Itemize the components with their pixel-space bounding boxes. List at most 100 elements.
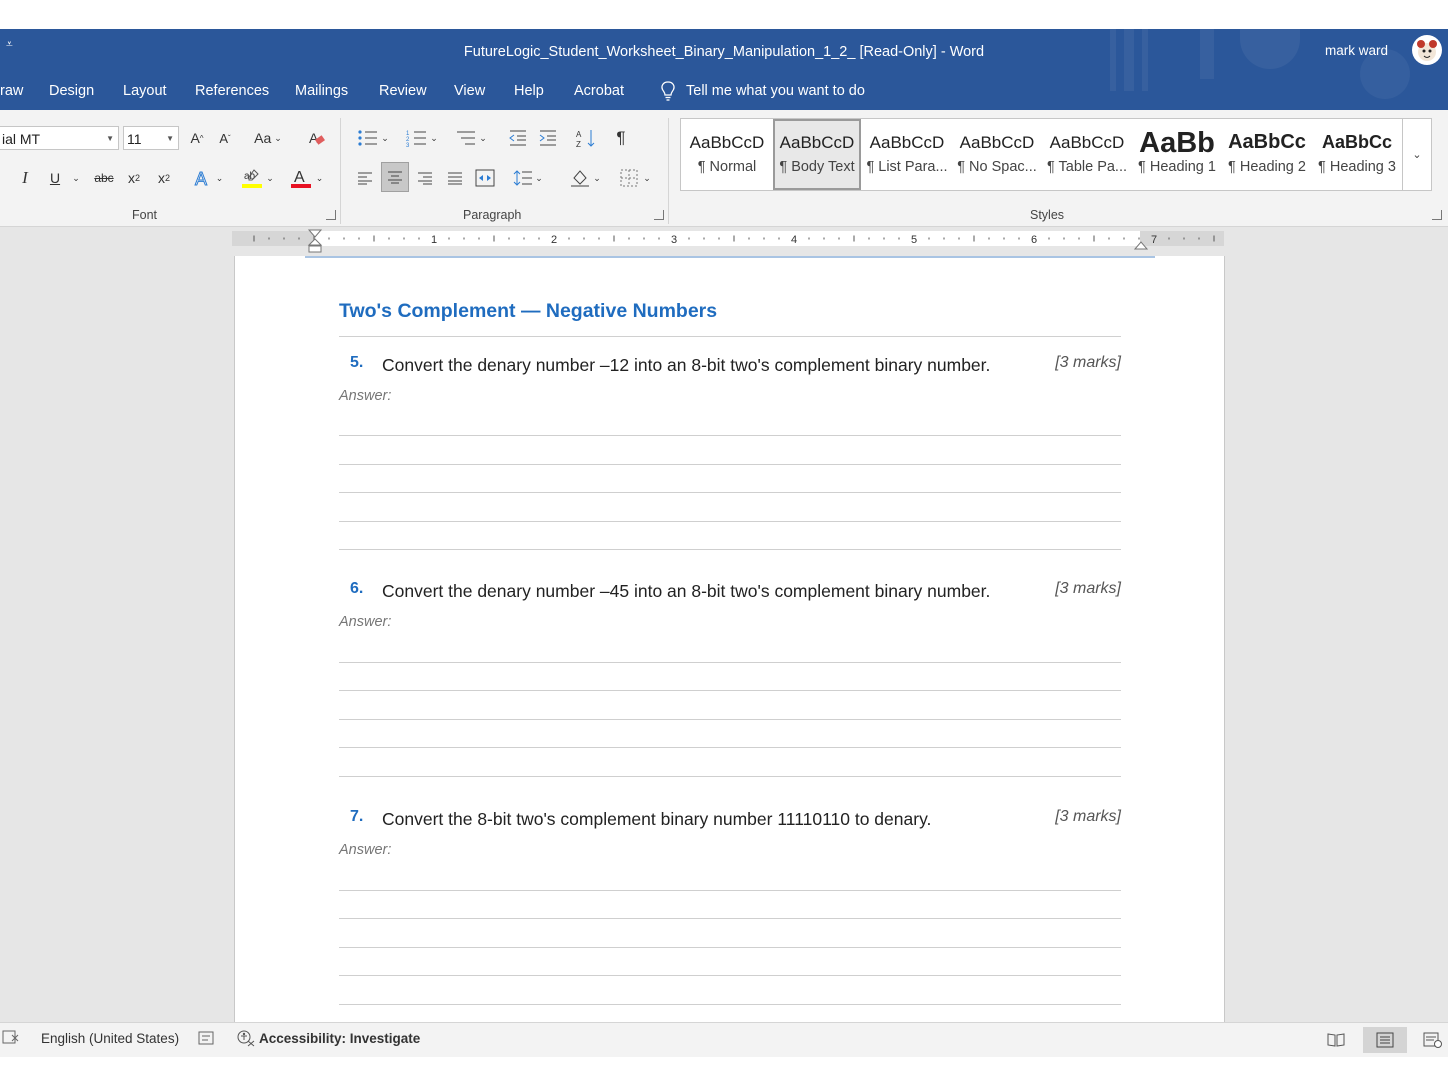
tab-mailings[interactable]: Mailings <box>295 83 348 99</box>
style-table-paragraph[interactable]: AaBbCcD ¶ Table Pa... <box>1043 119 1131 190</box>
web-layout-icon[interactable] <box>1416 1027 1448 1053</box>
font-dialog-launcher-icon[interactable] <box>326 210 336 220</box>
answer-line[interactable] <box>339 918 1121 919</box>
answer-line[interactable] <box>339 747 1121 748</box>
answer-line[interactable] <box>339 435 1121 436</box>
style-name: ¶ Heading 1 <box>1138 159 1216 175</box>
italic-icon[interactable]: I <box>14 166 36 190</box>
chevron-down-icon: ▼ <box>106 134 114 143</box>
align-right-icon[interactable] <box>413 165 437 191</box>
accessibility-status[interactable]: Accessibility: Investigate <box>259 1031 420 1046</box>
tab-references[interactable]: References <box>195 83 269 99</box>
superscript-icon[interactable]: x2 <box>152 166 176 190</box>
justify-icon[interactable] <box>443 165 467 191</box>
grow-font-icon[interactable]: A ^ <box>186 126 208 150</box>
ruler-number: 3 <box>671 234 677 246</box>
answer-line[interactable] <box>339 549 1121 550</box>
style-name: ¶ Body Text <box>779 159 855 175</box>
answer-line[interactable] <box>339 492 1121 493</box>
style-heading-1[interactable]: AaBb ¶ Heading 1 <box>1133 119 1221 190</box>
right-indent-marker[interactable] <box>1134 238 1148 250</box>
text-predictions-icon[interactable] <box>198 1030 214 1046</box>
title-divider <box>339 336 1121 337</box>
style-heading-3[interactable]: AaBbCc ¶ Heading 3 <box>1313 119 1401 190</box>
tab-review[interactable]: Review <box>379 83 427 99</box>
tab-draw[interactable]: raw <box>0 83 23 99</box>
font-name-combo[interactable]: ial MT ▼ <box>0 126 119 150</box>
subscript-icon[interactable]: x2 <box>122 166 146 190</box>
tab-design[interactable]: Design <box>49 83 94 99</box>
shrink-font-icon[interactable]: Aˇ <box>214 126 236 150</box>
tab-help[interactable]: Help <box>514 83 544 99</box>
styles-dialog-launcher-icon[interactable] <box>1432 210 1442 220</box>
answer-line[interactable] <box>339 690 1121 691</box>
lightbulb-icon <box>661 81 675 101</box>
text-effects-icon[interactable]: A ⌄ <box>188 166 228 190</box>
ruler-number: 5 <box>911 234 917 246</box>
style-list-paragraph[interactable]: AaBbCcD ¶ List Para... <box>863 119 951 190</box>
style-preview: AaBbCc <box>1228 131 1306 153</box>
style-preview: AaBbCcD <box>779 133 855 152</box>
borders-icon[interactable]: ⌄ <box>612 165 658 191</box>
multilevel-list-icon[interactable]: ⌄ <box>450 126 492 150</box>
styles-more-icon[interactable]: ⌄ <box>1402 119 1431 190</box>
read-mode-icon[interactable] <box>1314 1027 1358 1053</box>
paragraph-dialog-launcher-icon[interactable] <box>654 210 664 220</box>
font-group-label: Font <box>132 208 158 222</box>
clear-formatting-icon[interactable]: A <box>304 126 330 150</box>
answer-line[interactable] <box>339 947 1121 948</box>
section-title: Two's Complement — Negative Numbers <box>339 300 718 322</box>
bullets-icon[interactable]: ⌄ <box>352 126 394 150</box>
print-layout-icon[interactable] <box>1363 1027 1407 1053</box>
numbering-icon[interactable]: 1 2 3 ⌄ <box>400 126 444 150</box>
strikethrough-icon[interactable]: abc <box>90 166 118 190</box>
line-spacing-icon[interactable]: ⌄ <box>508 165 548 191</box>
user-name[interactable]: mark ward <box>1325 43 1388 58</box>
styles-gallery: AaBbCcD ¶ Normal AaBbCcD ¶ Body Text AaB… <box>680 118 1432 191</box>
document-page[interactable]: Two's Complement — Negative Numbers 5. C… <box>234 256 1225 1022</box>
first-line-indent-marker[interactable] <box>307 229 323 255</box>
style-heading-2[interactable]: AaBbCc ¶ Heading 2 <box>1223 119 1311 190</box>
style-preview: AaBbCcD <box>959 133 1035 152</box>
style-name: ¶ Heading 3 <box>1318 159 1396 175</box>
answer-line[interactable] <box>339 776 1121 777</box>
answer-line[interactable] <box>339 719 1121 720</box>
proofing-icon[interactable] <box>2 1029 20 1045</box>
tab-view[interactable]: View <box>454 83 485 99</box>
question-7: 7. Convert the 8-bit two's complement bi… <box>339 808 1121 1008</box>
answer-line[interactable] <box>339 662 1121 663</box>
chevron-down-icon[interactable]: ⌄ <box>68 166 84 190</box>
style-no-spacing[interactable]: AaBbCcD ¶ No Spac... <box>953 119 1041 190</box>
sort-icon[interactable]: AZ <box>573 126 599 150</box>
answer-line[interactable] <box>339 521 1121 522</box>
answer-line[interactable] <box>339 975 1121 976</box>
style-normal[interactable]: AaBbCcD ¶ Normal <box>683 119 771 190</box>
highlight-color-icon[interactable]: ab ⌄ <box>236 166 278 190</box>
tab-acrobat[interactable]: Acrobat <box>574 83 624 99</box>
underline-icon[interactable]: U <box>44 166 66 190</box>
align-center-icon[interactable] <box>381 162 409 192</box>
language-status[interactable]: English (United States) <box>41 1031 179 1046</box>
style-body-text[interactable]: AaBbCcD ¶ Body Text <box>773 119 861 190</box>
style-preview: AaBb <box>1139 127 1215 159</box>
answer-line[interactable] <box>339 464 1121 465</box>
font-size-combo[interactable]: 11 ▼ <box>123 126 179 150</box>
tell-me-label: Tell me what you want to do <box>686 83 865 99</box>
increase-indent-icon[interactable] <box>535 126 561 150</box>
answer-line[interactable] <box>339 890 1121 891</box>
answer-line[interactable] <box>339 1004 1121 1005</box>
horizontal-ruler[interactable]: 1 2 3 4 5 6 7 <box>232 229 1224 253</box>
font-color-icon[interactable]: A ⌄ <box>284 166 328 190</box>
distributed-icon[interactable] <box>472 165 498 191</box>
accessibility-icon[interactable] <box>236 1029 256 1047</box>
show-paragraph-marks-icon[interactable]: ¶ <box>609 126 633 150</box>
question-marks: [3 marks] <box>1055 354 1121 371</box>
style-preview: AaBbCcD <box>689 133 765 152</box>
tab-layout[interactable]: Layout <box>123 83 167 99</box>
align-left-icon[interactable] <box>353 165 377 191</box>
tell-me-box[interactable]: Tell me what you want to do <box>660 81 865 101</box>
change-case-icon[interactable]: Aa ⌄ <box>248 126 288 150</box>
shading-icon[interactable]: ⌄ <box>563 165 607 191</box>
decrease-indent-icon[interactable] <box>505 126 531 150</box>
avatar[interactable] <box>1412 35 1442 65</box>
